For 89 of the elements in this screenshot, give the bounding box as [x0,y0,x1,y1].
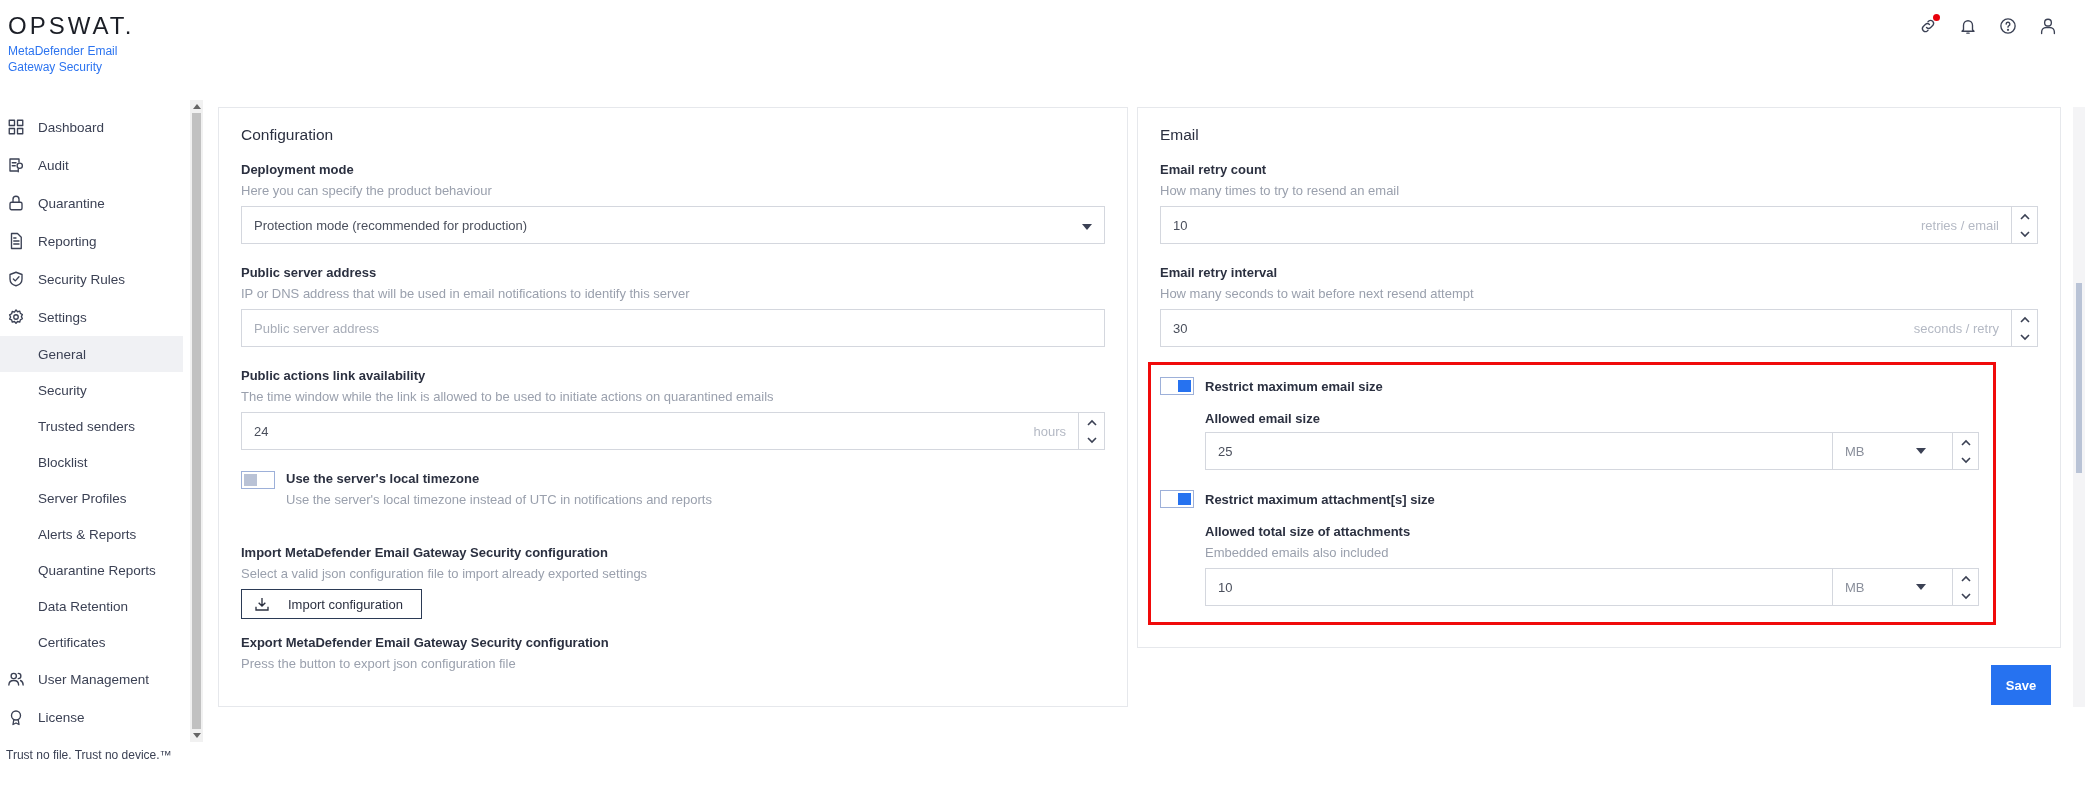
bell-icon[interactable] [1959,17,1977,35]
lock-icon [7,194,25,212]
nav-subitem[interactable]: Security [0,372,183,408]
download-icon [254,596,270,612]
spin-up-icon[interactable] [1960,574,1971,582]
nav-item[interactable]: Audit [0,146,190,184]
field-hint: IP or DNS address that will be used in email notifications to identify this server [241,286,691,301]
toggle-hint: Use the server's local timezone instead of UTC in notifications and reports [286,492,712,507]
notification-dot [1933,14,1940,21]
field-label: Public server address [241,265,378,280]
section-title: Configuration [241,126,335,144]
toggle-switch[interactable] [1160,490,1194,508]
nav-subitem[interactable]: Blocklist [0,444,183,480]
field-label: Email retry count [1160,162,1268,177]
field-hint: Here you can specify the product behaviour [241,183,493,198]
spin-down-icon[interactable] [2019,230,2030,238]
nav-item[interactable]: Quarantine [0,184,190,222]
nav-item[interactable]: Dashboard [0,108,190,146]
mode-dropdown[interactable]: Protection mode (recommended for production) [241,206,1105,244]
field-hint: The time window while the link is allowed to be used to initiate actions on quarantined emails [241,389,775,404]
dashboard-icon [7,118,25,136]
unit-label: retries / email [1920,217,1999,233]
number-field[interactable]: 24 hours [241,412,1105,450]
toggle-label: Restrict maximum email size [1205,378,1383,394]
nav-subitem[interactable]: Certificates [0,624,183,660]
number-field[interactable]: 25 MB [1205,432,1979,470]
nav-item[interactable]: Settings [0,298,190,336]
field-label: Public actions link availability [241,368,427,383]
brand-logo: OPSWAT. [8,12,136,40]
toggle-switch[interactable] [241,471,275,489]
unit-label: hours [1033,423,1066,439]
number-field[interactable]: 10 retries / email [1160,206,2038,244]
field-hint: How many times to try to resend an email [1160,183,1401,198]
tagline: Trust no file. Trust no device.™ [5,748,173,762]
unit-label: seconds / retry [1913,320,1999,336]
field-hint: Embedded emails also included [1205,545,1390,560]
number-field[interactable]: 30 seconds / retry [1160,309,2038,347]
spin-down-icon[interactable] [2019,333,2030,341]
spin-up-icon[interactable] [1086,418,1097,426]
caret-icon [1082,223,1092,230]
nav-item[interactable]: Reporting [0,222,190,260]
product-name: MetaDefender Email Gateway Security [8,43,119,75]
gear-icon [7,308,25,326]
nav-subitem[interactable]: Trusted senders [0,408,183,444]
field-value: 10 [1218,579,1233,595]
field-value: 30 [1173,320,1188,336]
field-hint: How many seconds to wait before next resend attempt [1160,286,1475,301]
field-hint: Select a valid json configuration file to import already exported settings [241,566,649,581]
field-label: Allowed total size of attachments [1205,524,1412,539]
field-label: Export MetaDefender Email Gateway Security configuration [241,635,610,650]
nav-subitem[interactable]: General [0,336,183,372]
nav-item[interactable]: Security Rules [0,260,190,298]
import-button[interactable]: Import configuration [241,589,422,619]
save-button[interactable]: Save [1991,665,2051,705]
caret-icon [1916,448,1926,454]
toggle-label: Use the server's local timezone [286,471,481,486]
spin-up-icon[interactable] [2019,315,2030,323]
caret-icon [1916,584,1926,590]
spin-up-icon[interactable] [1960,438,1971,446]
section-title: Email [1160,126,1200,144]
nav-subitem[interactable]: Server Profiles [0,480,183,516]
link-icon[interactable] [1919,17,1937,35]
spin-down-icon[interactable] [1960,592,1971,600]
spin-down-icon[interactable] [1960,456,1971,464]
field-label: Allowed email size [1205,411,1321,426]
field-label: Email retry interval [1160,265,1279,280]
field-value: 24 [254,423,269,439]
field-label: Deployment mode [241,162,355,177]
spin-down-icon[interactable] [1086,436,1097,444]
nav-item[interactable]: User Management [0,660,190,698]
field-value: 25 [1218,443,1233,459]
shield-check-icon [7,270,25,288]
field-hint: Press the button to export json configuration file [241,656,517,671]
nav-item[interactable]: License [0,698,190,736]
field-label: Import MetaDefender Email Gateway Security configuration [241,545,609,560]
nav-subitem[interactable]: Data Retention [0,588,183,624]
nav-subitem[interactable]: Alerts & Reports [0,516,183,552]
spin-up-icon[interactable] [2019,212,2030,220]
scrollbar[interactable] [190,100,203,742]
document-search-icon [7,156,25,174]
toggle-switch[interactable] [1160,377,1194,395]
nav-subitem[interactable]: Quarantine Reports [0,552,183,588]
scrollbar[interactable] [2073,107,2085,707]
user-icon[interactable] [2039,17,2057,35]
number-field[interactable]: 10 MB [1205,568,1979,606]
toggle-label: Restrict maximum attachment[s] size [1205,491,1435,507]
field-value: 10 [1173,217,1188,233]
users-icon [7,670,25,688]
help-icon[interactable] [1999,17,2017,35]
